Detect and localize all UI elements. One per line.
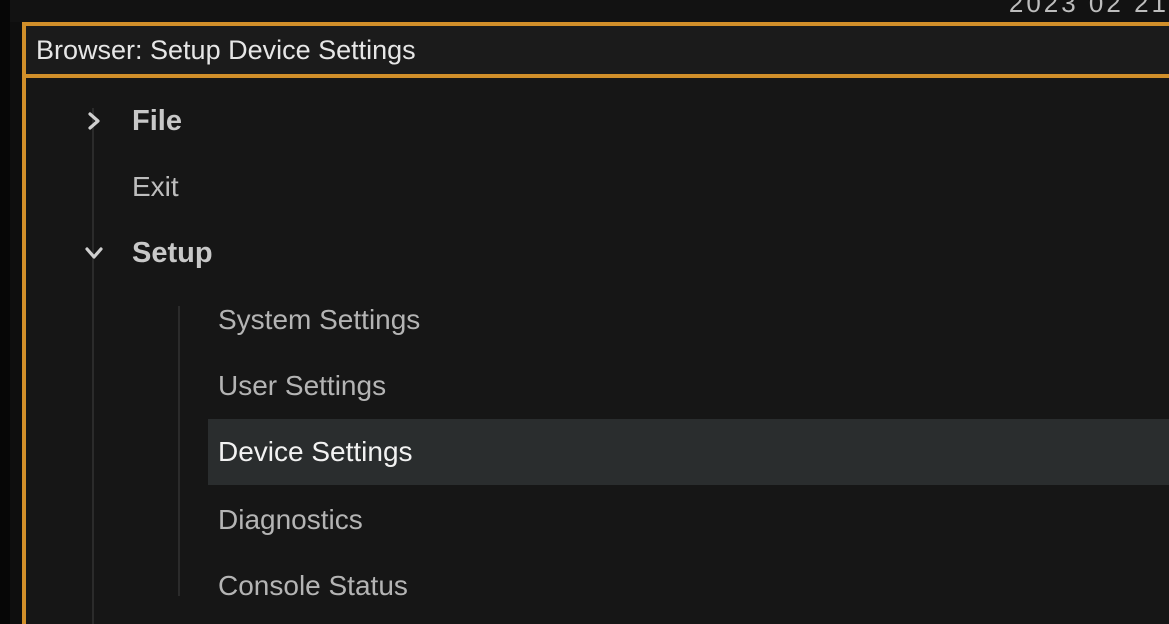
chevron-down-icon[interactable]	[82, 241, 106, 265]
tree-item-exit[interactable]: Exit	[26, 154, 1169, 220]
tree-item-console-status[interactable]: Console Status	[26, 553, 1169, 619]
tree-item-diagnostics[interactable]: Diagnostics	[26, 487, 1169, 553]
tree-item-console-status-label: Console Status	[218, 570, 408, 601]
tree-item-file-label: File	[132, 104, 182, 137]
browser-title: Browser: Setup Device Settings	[36, 34, 416, 65]
tree-item-system-settings-label: System Settings	[218, 304, 421, 335]
tree-item-setup[interactable]: Setup	[26, 220, 1169, 286]
chevron-right-icon[interactable]	[82, 109, 106, 133]
screen-bezel	[0, 0, 10, 624]
browser-tree: File Exit Setup System Settings User Set…	[26, 78, 1169, 624]
tree-item-setup-label: Setup	[132, 236, 213, 269]
tree-item-device-settings-label: Device Settings	[218, 436, 413, 467]
top-status-strip: 2023 02 21	[0, 0, 1169, 22]
tree-item-user-settings[interactable]: User Settings	[26, 353, 1169, 419]
browser-window: Browser: Setup Device Settings File Exit	[22, 22, 1169, 624]
tree-item-device-settings[interactable]: Device Settings	[208, 419, 1169, 485]
browser-title-bar: Browser: Setup Device Settings	[26, 26, 1169, 78]
tree-item-diagnostics-label: Diagnostics	[218, 504, 363, 535]
tree-item-system-settings[interactable]: System Settings	[26, 287, 1169, 353]
tree-item-exit-label: Exit	[132, 171, 179, 202]
tree-item-user-settings-label: User Settings	[218, 370, 387, 401]
console-screen: 2023 02 21 Browser: Setup Device Setting…	[0, 0, 1169, 624]
tree-item-file[interactable]: File	[26, 88, 1169, 154]
clock-readout: 2023 02 21	[1008, 0, 1169, 18]
